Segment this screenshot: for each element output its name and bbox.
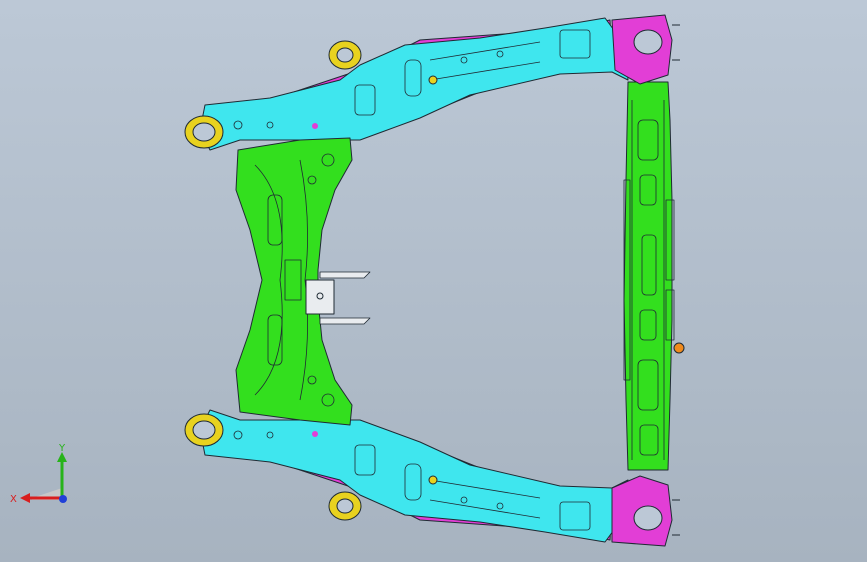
center-bracket[interactable] (305, 279, 335, 315)
center-crossmember[interactable] (235, 137, 353, 426)
x-axis-arrow-icon (20, 493, 30, 503)
top-arm-hole (312, 123, 318, 129)
bottom-right-mount[interactable] (611, 475, 680, 547)
bottom-arm[interactable] (199, 409, 629, 543)
top-right-mount[interactable] (611, 14, 680, 85)
z-axis-dot (59, 495, 67, 503)
y-axis-label: Y (58, 443, 66, 454)
top-mount-bushing[interactable] (328, 40, 362, 70)
top-arm[interactable] (199, 17, 629, 151)
top-arm-bolt (428, 75, 438, 85)
front-left-bushing[interactable] (184, 115, 224, 149)
bottom-mount-bushing[interactable] (328, 491, 362, 521)
rear-left-bushing[interactable] (184, 413, 224, 447)
right-rail[interactable] (623, 81, 673, 471)
subframe-part-icon (184, 14, 685, 547)
orange-fitting[interactable] (673, 342, 685, 354)
coordinate-triad: Y X (10, 443, 67, 505)
x-axis-label: X (10, 494, 17, 505)
subframe-model[interactable] (0, 0, 867, 562)
bottom-arm-bolt (428, 475, 438, 485)
bottom-arm-hole (312, 431, 318, 437)
graphics-viewport[interactable]: Y X (0, 0, 867, 562)
